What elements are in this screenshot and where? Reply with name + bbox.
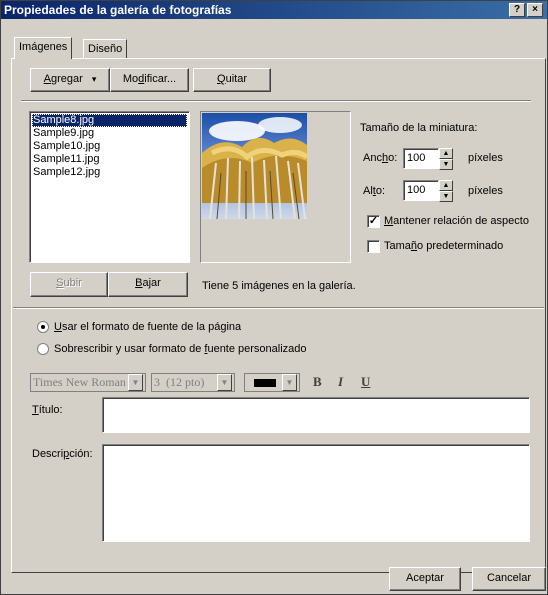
color-swatch [254,379,276,387]
title-accel: T [32,404,39,416]
thumbnail-size-label: Tamaño de la miniatura: [360,122,478,134]
remove-button[interactable]: Quitar [193,68,271,92]
preview-image [202,113,307,219]
opt2-post: uente personalizado [207,343,307,355]
ok-button[interactable]: Aceptar [389,567,461,591]
desc-label-pre: Descri [32,448,64,460]
opt2-pre: Sobrescribir y usar formato de [54,343,205,355]
list-item[interactable]: Sample11.jpg [32,153,187,166]
keep-aspect-label[interactable]: Mantener relación de aspecto [384,215,529,227]
width-label-pre: Anc [363,152,382,164]
chevron-down-icon[interactable]: ▼ [128,374,143,391]
chevron-down-icon[interactable]: ▼ [217,374,232,391]
width-label: Ancho: [363,152,397,164]
chevron-down-icon[interactable]: ▼ [282,374,297,391]
underline-button[interactable]: U [361,374,370,390]
width-unit: píxeles [468,152,503,164]
opt1-text: sar el formato de fuente de la página [61,321,242,333]
separator [21,100,531,102]
title-input[interactable] [102,397,530,433]
modify-label-post: ificar... [144,73,177,85]
radio-dot-icon [41,325,45,329]
height-label: Alto: [363,185,385,197]
image-count-text: Tiene 5 imágenes en la galería. [202,280,356,292]
spin-down-icon[interactable]: ▼ [439,191,453,202]
default-size-checkbox[interactable] [367,240,380,253]
title-bar[interactable]: Propiedades de la galería de fotografías… [1,1,547,19]
add-button-accel: A [43,73,51,85]
remove-accel: Q [217,73,226,85]
photo-gallery-properties-dialog: Propiedades de la galería de fotografías… [0,0,548,595]
height-spinner[interactable]: ▲ ▼ [439,180,453,202]
tab-imagenes[interactable]: Imágenes [14,37,73,59]
desc-label-post: ción: [69,448,93,460]
list-item-selected[interactable]: Sample8.jpg [32,114,187,127]
list-item[interactable]: Sample9.jpg [32,127,187,140]
keep-aspect-accel: M [384,215,394,227]
width-spinner[interactable]: ▲ ▼ [439,148,453,170]
title-label-text: ítulo: [38,404,63,416]
move-up-label: ubir [63,277,82,289]
title-label: Título: [32,404,63,416]
height-unit: píxeles [468,185,503,197]
default-size-post: o predeterminado [417,240,504,252]
custom-font-label[interactable]: Sobrescribir y usar formato de fuente pe… [54,343,307,355]
custom-font-radio[interactable] [37,343,49,355]
bold-button[interactable]: B [313,374,322,390]
keep-aspect-text: antener relación de aspecto [393,215,529,227]
move-down-button[interactable]: Bajar [108,272,188,297]
width-label-post: o: [388,152,398,164]
list-item[interactable]: Sample12.jpg [32,166,187,179]
description-label: Descripción: [32,448,93,460]
move-up-button[interactable]: Subir [30,272,108,297]
remove-label: uitar [225,73,247,85]
spin-up-icon[interactable]: ▲ [439,180,453,191]
width-input[interactable]: 100 [403,148,439,169]
modify-label-pre: Mo [122,73,139,85]
tab-diseno[interactable]: Diseño [83,39,128,59]
move-down-label: ajar [142,277,161,289]
use-page-font-radio[interactable] [37,321,49,333]
close-button[interactable]: × [527,3,543,17]
spin-down-icon[interactable]: ▼ [439,159,453,170]
keep-aspect-checkbox[interactable]: ✓ [367,215,380,228]
list-item[interactable]: Sample10.jpg [32,140,187,153]
cancel-button[interactable]: Cancelar [472,567,546,591]
height-input[interactable]: 100 [403,180,439,201]
description-input[interactable] [102,444,530,542]
help-button[interactable]: ? [509,3,525,17]
spin-up-icon[interactable]: ▲ [439,148,453,159]
use-page-font-label[interactable]: Usar el formato de fuente de la página [54,321,241,333]
italic-button[interactable]: I [338,374,343,390]
height-label-post: o: [375,185,386,197]
move-up-accel: S [56,277,64,289]
image-list[interactable]: Sample8.jpg Sample9.jpg Sample10.jpg Sam… [29,111,190,263]
move-down-accel: B [135,277,143,289]
window-title: Propiedades de la galería de fotografías [4,3,232,17]
default-size-label[interactable]: Tamaño predeterminado [384,240,503,252]
default-size-pre: Tama [384,240,411,252]
dropdown-arrow-icon: ▾ [91,74,97,84]
modify-button[interactable]: Modificar... [110,68,189,92]
separator [13,307,544,309]
add-button-label: gregar [50,73,83,85]
add-button[interactable]: Agregar ▾ [30,68,110,92]
height-label-pre: Al [363,185,373,197]
opt1-accel: U [54,321,62,333]
